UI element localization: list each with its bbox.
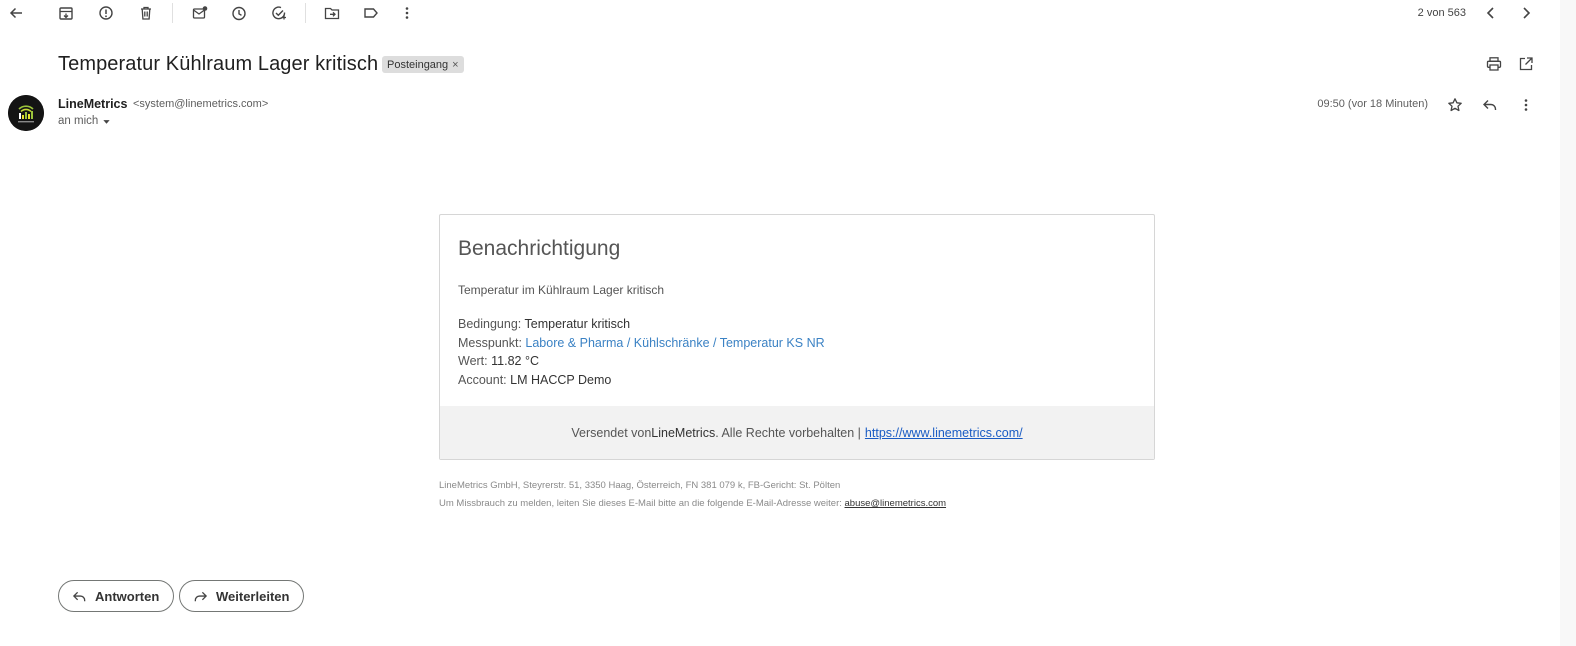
- measurement-point-label: Messpunkt:: [458, 335, 522, 350]
- label-chip-inbox[interactable]: Posteingang ×: [382, 56, 464, 73]
- more-vert-icon[interactable]: [397, 3, 417, 23]
- snooze-icon[interactable]: [229, 3, 249, 23]
- remove-label-icon[interactable]: ×: [452, 59, 458, 71]
- account-value: LM HACCP Demo: [510, 373, 612, 388]
- toolbar-divider: [305, 3, 306, 23]
- condition-row: Bedingung: Temperatur kritisch: [458, 315, 825, 334]
- label-icon[interactable]: [361, 3, 381, 23]
- more-options-icon[interactable]: [1517, 96, 1535, 114]
- sender-avatar[interactable]: [8, 95, 44, 131]
- add-task-icon[interactable]: [269, 3, 289, 23]
- archive-icon[interactable]: [56, 3, 76, 23]
- move-to-icon[interactable]: [322, 3, 342, 23]
- account-row: Account: LM HACCP Demo: [458, 371, 825, 390]
- report-spam-icon[interactable]: [96, 3, 116, 23]
- notification-intro: Temperatur im Kühlraum Lager kritisch: [458, 283, 665, 297]
- star-icon[interactable]: [1446, 96, 1464, 114]
- notification-details: Bedingung: Temperatur kritisch Messpunkt…: [458, 315, 825, 390]
- notification-title: Benachrichtigung: [458, 237, 621, 260]
- footer-suffix: . Alle Rechte vorbehalten |: [715, 425, 861, 440]
- delete-icon[interactable]: [136, 3, 156, 23]
- reply-button[interactable]: Antworten: [58, 580, 175, 612]
- notification-card: Benachrichtigung Temperatur im Kühlraum …: [439, 214, 1155, 460]
- condition-value: Temperatur kritisch: [524, 317, 631, 331]
- legal-abuse-text: Um Missbrauch zu melden, leiten Sie dies…: [439, 498, 842, 509]
- chevron-left-icon[interactable]: [1481, 3, 1501, 23]
- footer-brand: LineMetrics: [651, 425, 716, 440]
- reply-icon[interactable]: [1481, 96, 1499, 114]
- mark-unread-icon[interactable]: [190, 3, 210, 23]
- value-value: 11.82 °C: [491, 354, 539, 369]
- sender-email: <system@linemetrics.com>: [133, 98, 269, 110]
- chevron-right-icon[interactable]: [1516, 3, 1536, 23]
- abuse-email-link[interactable]: abuse@linemetrics.com: [845, 498, 947, 509]
- forward-button-label: Weiterleiten: [216, 588, 290, 604]
- sender-name[interactable]: LineMetrics: [58, 97, 127, 111]
- forward-button[interactable]: Weiterleiten: [179, 580, 305, 612]
- value-row: Wert: 11.82 °C: [458, 352, 825, 371]
- notification-footer: Versendet von LineMetrics . Alle Rechte …: [440, 406, 1154, 459]
- back-arrow-icon[interactable]: [6, 3, 26, 23]
- email-subject: Temperatur Kühlraum Lager kritisch: [58, 53, 379, 75]
- reply-icon: [72, 591, 86, 601]
- measurement-point-row: Messpunkt: Labore & Pharma / Kühlschränk…: [458, 334, 825, 353]
- pagination-count: 2 von 563: [1417, 7, 1466, 19]
- toolbar: 2 von 563: [0, 0, 1576, 28]
- legal-abuse-notice: Um Missbrauch zu melden, leiten Sie dies…: [439, 498, 946, 509]
- print-icon[interactable]: [1485, 55, 1503, 73]
- legal-address: LineMetrics GmbH, Steyrerstr. 51, 3350 H…: [439, 480, 841, 491]
- forward-icon: [194, 591, 208, 601]
- measurement-point-link[interactable]: Labore & Pharma / Kühlschränke / Tempera…: [525, 336, 824, 350]
- reply-button-label: Antworten: [95, 588, 160, 604]
- recipient-text: an mich: [58, 115, 99, 127]
- open-in-new-window-icon[interactable]: [1517, 55, 1535, 73]
- label-chip-text: Posteingang: [387, 58, 449, 71]
- condition-label: Bedingung:: [458, 317, 522, 331]
- value-label: Wert:: [458, 354, 488, 369]
- scrollbar-track[interactable]: [1560, 0, 1576, 646]
- email-timestamp: 09:50 (vor 18 Minuten): [1317, 98, 1428, 110]
- account-label: Account:: [458, 373, 507, 388]
- recipient-details-toggle[interactable]: an mich: [58, 115, 111, 127]
- toolbar-divider: [172, 3, 173, 23]
- footer-website-link[interactable]: https://www.linemetrics.com/: [865, 426, 1023, 440]
- footer-prefix: Versendet von: [571, 425, 652, 440]
- caret-down-icon: [103, 119, 110, 124]
